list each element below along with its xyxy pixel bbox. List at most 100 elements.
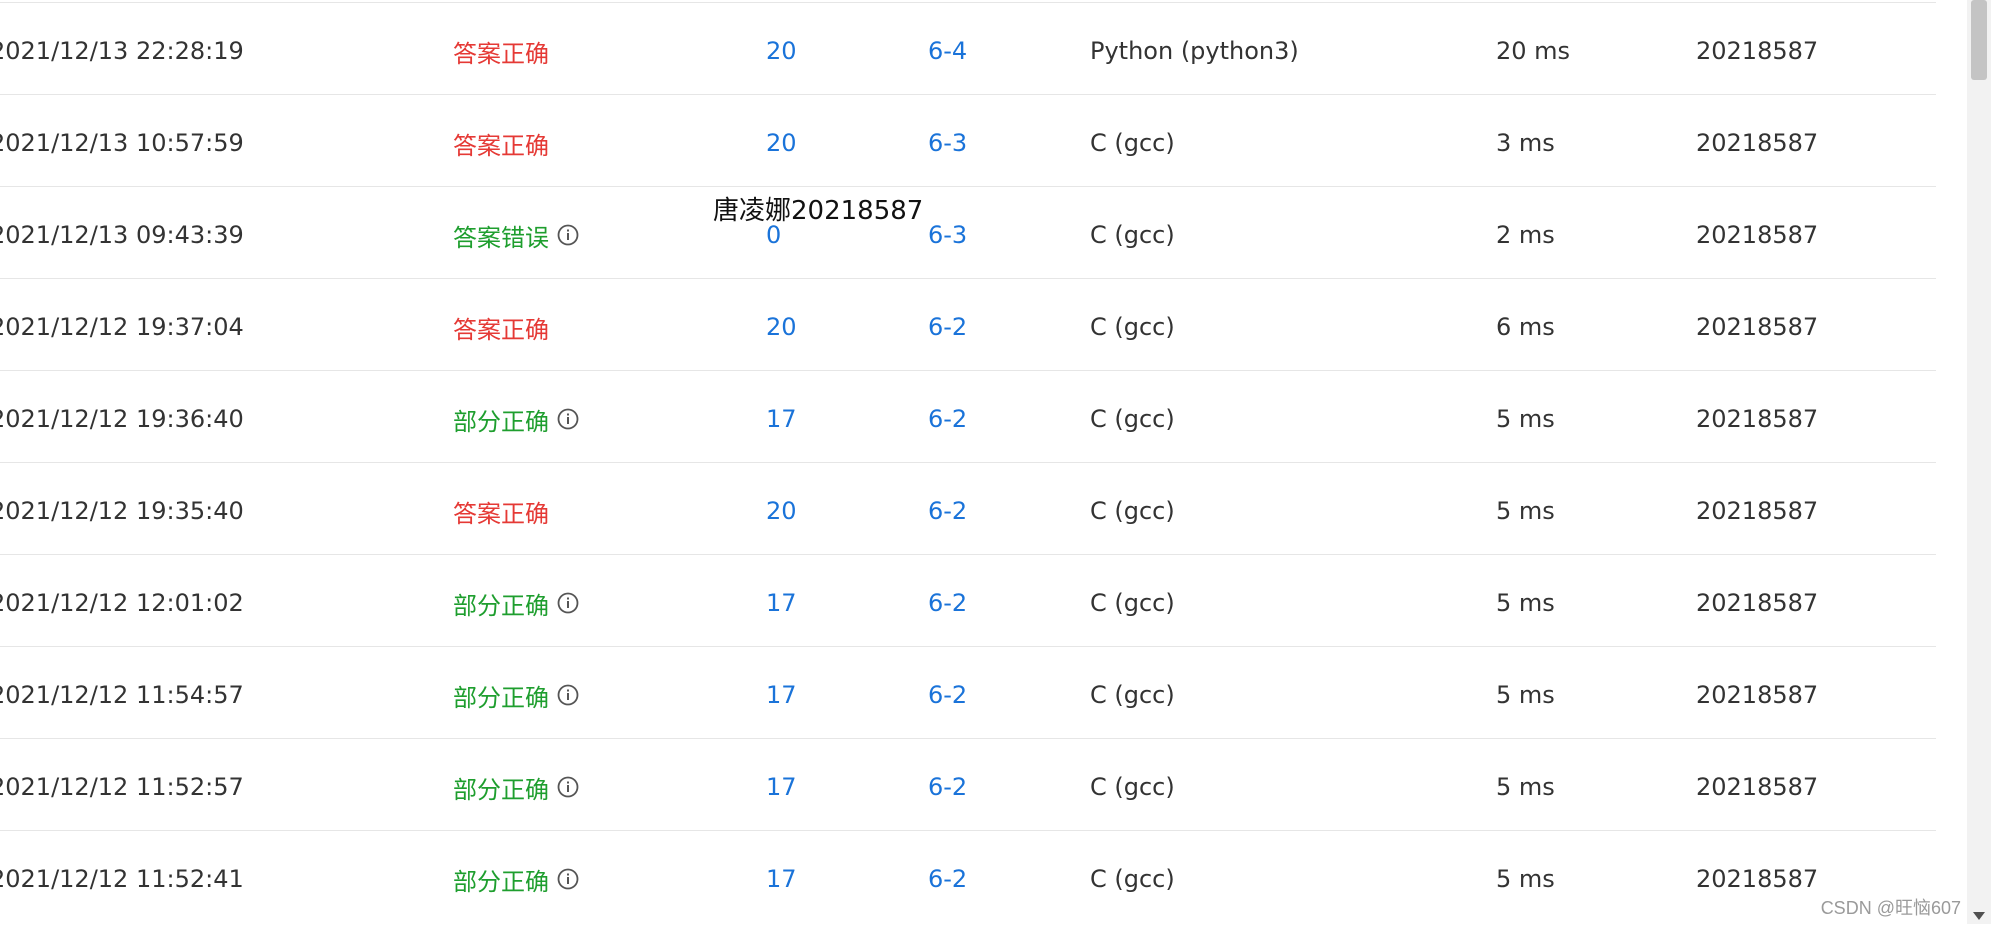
status-cell: 部分正确 [453, 647, 579, 743]
status-cell: 答案正确 [453, 3, 549, 99]
user-id: 20218587 [1696, 37, 1819, 65]
table-row: 2021/12/13 10:57:59 答案正确 20 6-3 C (gcc) … [0, 95, 1936, 187]
scroll-down-arrow-icon[interactable] [1973, 912, 1985, 920]
user-id: 20218587 [1696, 313, 1819, 341]
run-time: 3 ms [1496, 129, 1555, 157]
user-id: 20218587 [1696, 681, 1819, 709]
table-row: 2021/12/12 19:35:40 答案正确 20 6-2 C (gcc) … [0, 463, 1936, 555]
user-id: 20218587 [1696, 865, 1819, 893]
language: C (gcc) [1090, 221, 1175, 249]
score-link[interactable]: 17 [766, 555, 797, 647]
submit-time: 2021/12/12 19:37:04 [0, 313, 244, 341]
run-time: 5 ms [1496, 681, 1555, 709]
language: C (gcc) [1090, 313, 1175, 341]
language: C (gcc) [1090, 129, 1175, 157]
problem-link[interactable]: 6-2 [928, 555, 967, 647]
score-link[interactable]: 20 [766, 3, 797, 95]
status-label: 部分正确 [453, 775, 549, 804]
language: C (gcc) [1090, 589, 1175, 617]
status-label: 部分正确 [453, 407, 549, 436]
language: C (gcc) [1090, 681, 1175, 709]
score-link[interactable]: 20 [766, 95, 797, 187]
submit-time: 2021/12/12 19:36:40 [0, 405, 244, 433]
info-circle-icon[interactable] [557, 868, 579, 890]
info-circle-icon[interactable] [557, 684, 579, 706]
overlay-student-name: 唐凌娜20218587 [713, 196, 924, 226]
submit-time: 2021/12/12 11:52:41 [0, 865, 244, 893]
status-label: 答案正确 [453, 499, 549, 528]
user-id: 20218587 [1696, 773, 1819, 801]
status-cell: 答案正确 [453, 463, 549, 559]
submit-time: 2021/12/12 11:54:57 [0, 681, 244, 709]
score-link[interactable]: 20 [766, 279, 797, 371]
score-link[interactable]: 17 [766, 831, 797, 923]
submit-time: 2021/12/12 19:35:40 [0, 497, 244, 525]
run-time: 5 ms [1496, 865, 1555, 893]
table-row: 2021/12/12 11:54:57 部分正确 17 6-2 C (gcc) … [0, 647, 1936, 739]
problem-link[interactable]: 6-2 [928, 739, 967, 831]
user-id: 20218587 [1696, 405, 1819, 433]
info-circle-icon[interactable] [557, 408, 579, 430]
problem-link[interactable]: 6-2 [928, 647, 967, 739]
user-id: 20218587 [1696, 497, 1819, 525]
status-label: 部分正确 [453, 683, 549, 712]
language: C (gcc) [1090, 865, 1175, 893]
info-circle-icon[interactable] [557, 776, 579, 798]
status-cell: 部分正确 [453, 739, 579, 835]
info-circle-icon[interactable] [557, 592, 579, 614]
run-time: 20 ms [1496, 37, 1571, 65]
score-link[interactable]: 20 [766, 463, 797, 555]
submit-time: 2021/12/12 12:01:02 [0, 589, 244, 617]
score-link[interactable]: 17 [766, 371, 797, 463]
problem-link[interactable]: 6-2 [928, 831, 967, 923]
problem-link[interactable]: 6-2 [928, 371, 967, 463]
problem-link[interactable]: 6-2 [928, 279, 967, 371]
problem-link[interactable]: 6-3 [928, 187, 967, 279]
table-row: 2021/12/13 09:43:39 答案错误 0 6-3 C (gcc) 2… [0, 187, 1936, 279]
problem-link[interactable]: 6-2 [928, 463, 967, 555]
submit-time: 2021/12/13 09:43:39 [0, 221, 244, 249]
score-link[interactable]: 17 [766, 647, 797, 739]
table-row: 2021/12/12 19:37:04 答案正确 20 6-2 C (gcc) … [0, 279, 1936, 371]
status-cell: 答案错误 [453, 187, 579, 283]
scrollbar-thumb[interactable] [1971, 0, 1987, 80]
table-row: 2021/12/12 11:52:57 部分正确 17 6-2 C (gcc) … [0, 739, 1936, 831]
language: C (gcc) [1090, 497, 1175, 525]
language: C (gcc) [1090, 405, 1175, 433]
run-time: 5 ms [1496, 773, 1555, 801]
run-time: 5 ms [1496, 405, 1555, 433]
user-id: 20218587 [1696, 221, 1819, 249]
table-row: 2021/12/12 19:36:40 部分正确 17 6-2 C (gcc) … [0, 371, 1936, 463]
score-link[interactable]: 17 [766, 739, 797, 831]
language: C (gcc) [1090, 773, 1175, 801]
user-id: 20218587 [1696, 129, 1819, 157]
status-label: 答案错误 [453, 223, 549, 252]
status-cell: 答案正确 [453, 95, 549, 191]
info-circle-icon[interactable] [557, 224, 579, 246]
vertical-scrollbar[interactable] [1967, 0, 1991, 924]
language: Python (python3) [1090, 37, 1299, 65]
status-label: 答案正确 [453, 315, 549, 344]
run-time: 5 ms [1496, 589, 1555, 617]
submit-time: 2021/12/12 11:52:57 [0, 773, 244, 801]
run-time: 6 ms [1496, 313, 1555, 341]
run-time: 5 ms [1496, 497, 1555, 525]
submit-time: 2021/12/13 22:28:19 [0, 37, 244, 65]
submit-time: 2021/12/13 10:57:59 [0, 129, 244, 157]
table-row: 2021/12/13 22:28:19 答案正确 20 6-4 Python (… [0, 3, 1936, 95]
status-cell: 部分正确 [453, 831, 579, 927]
status-label: 答案正确 [453, 131, 549, 160]
problem-link[interactable]: 6-4 [928, 3, 967, 95]
table-row: 2021/12/12 11:52:41 部分正确 17 6-2 C (gcc) … [0, 831, 1936, 923]
status-label: 答案正确 [453, 39, 549, 68]
problem-link[interactable]: 6-3 [928, 95, 967, 187]
status-cell: 部分正确 [453, 371, 579, 467]
user-id: 20218587 [1696, 589, 1819, 617]
status-label: 部分正确 [453, 867, 549, 896]
status-cell: 部分正确 [453, 555, 579, 651]
csdn-watermark: CSDN @旺恼607 [1820, 898, 1961, 918]
run-time: 2 ms [1496, 221, 1555, 249]
status-label: 部分正确 [453, 591, 549, 620]
table-row: 2021/12/12 12:01:02 部分正确 17 6-2 C (gcc) … [0, 555, 1936, 647]
status-cell: 答案正确 [453, 279, 549, 375]
